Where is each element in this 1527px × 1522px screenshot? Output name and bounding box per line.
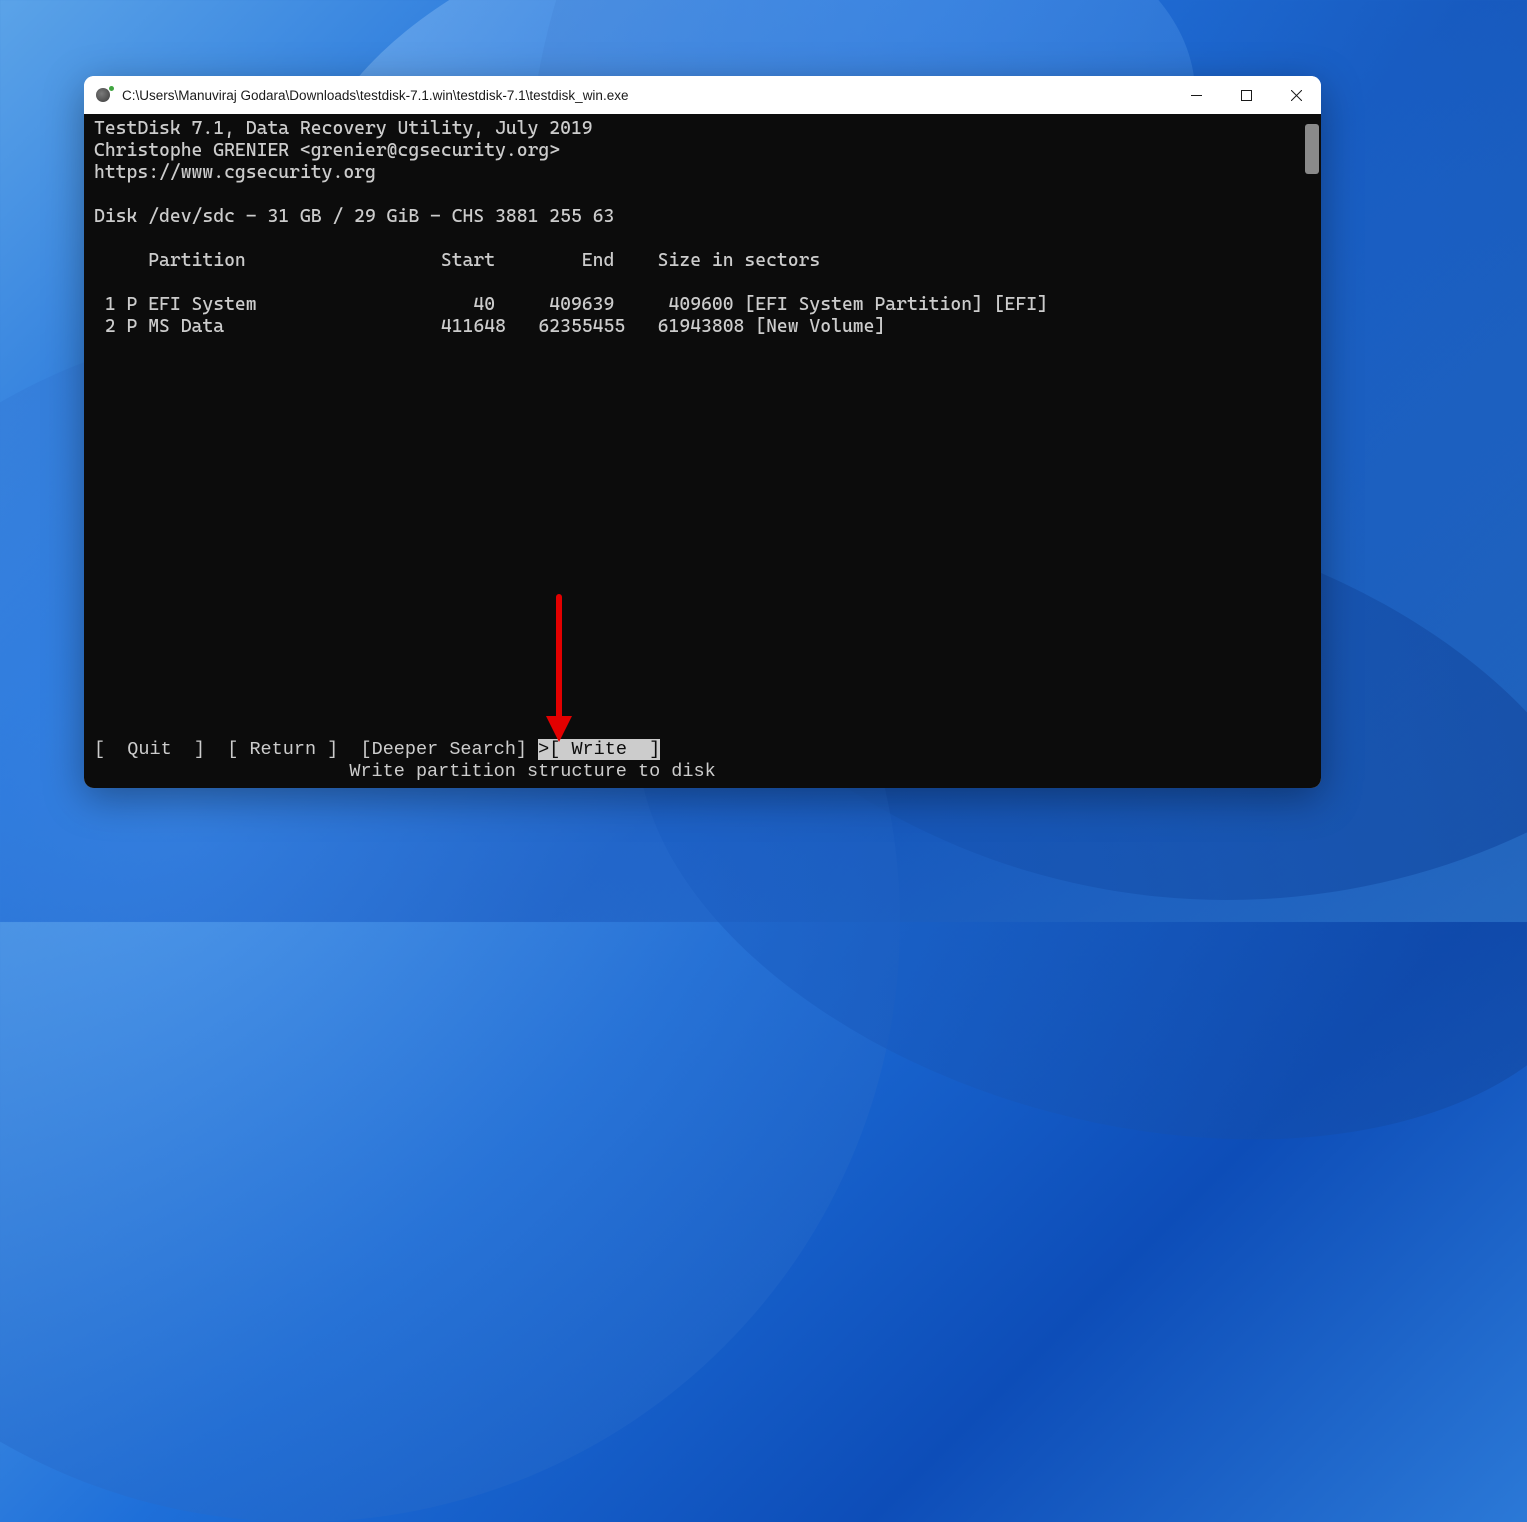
menu-quit[interactable]: [ Quit ] bbox=[94, 739, 205, 760]
menu-deeper-search[interactable]: [Deeper Search] bbox=[361, 739, 528, 760]
close-button[interactable] bbox=[1271, 76, 1321, 114]
app-icon bbox=[96, 86, 114, 104]
window-controls bbox=[1171, 76, 1321, 114]
header-line: Christophe GRENIER <grenier@cgsecurity.o… bbox=[94, 140, 560, 161]
window-title: C:\Users\Manuviraj Godara\Downloads\test… bbox=[122, 88, 628, 103]
partition-row: 1 P EFI System 40 409639 409600 [EFI Sys… bbox=[94, 294, 1048, 315]
minimize-button[interactable] bbox=[1171, 76, 1221, 114]
terminal-output: TestDisk 7.1, Data Recovery Utility, Jul… bbox=[84, 114, 1058, 342]
partition-columns-header: Partition Start End Size in sectors bbox=[94, 250, 820, 271]
titlebar[interactable]: C:\Users\Manuviraj Godara\Downloads\test… bbox=[84, 76, 1321, 114]
scrollbar-thumb[interactable] bbox=[1305, 124, 1319, 174]
menu-write-selected[interactable]: >[ Write ] bbox=[538, 739, 660, 760]
header-line: https://www.cgsecurity.org bbox=[94, 162, 376, 183]
header-line: TestDisk 7.1, Data Recovery Utility, Jul… bbox=[94, 118, 593, 139]
annotation-arrow-icon bbox=[544, 592, 574, 742]
terminal-area[interactable]: TestDisk 7.1, Data Recovery Utility, Jul… bbox=[84, 114, 1321, 788]
partition-row: 2 P MS Data 411648 62355455 61943808 [Ne… bbox=[94, 316, 885, 337]
menu-return[interactable]: [ Return ] bbox=[227, 739, 338, 760]
app-window: C:\Users\Manuviraj Godara\Downloads\test… bbox=[84, 76, 1321, 788]
disk-info-line: Disk /dev/sdc - 31 GB / 29 GiB - CHS 388… bbox=[94, 206, 614, 227]
maximize-button[interactable] bbox=[1221, 76, 1271, 114]
menu-help-text: Write partition structure to disk bbox=[94, 761, 716, 782]
menu-row: [ Quit ] [ Return ] [Deeper Search] >[ W… bbox=[94, 739, 660, 760]
